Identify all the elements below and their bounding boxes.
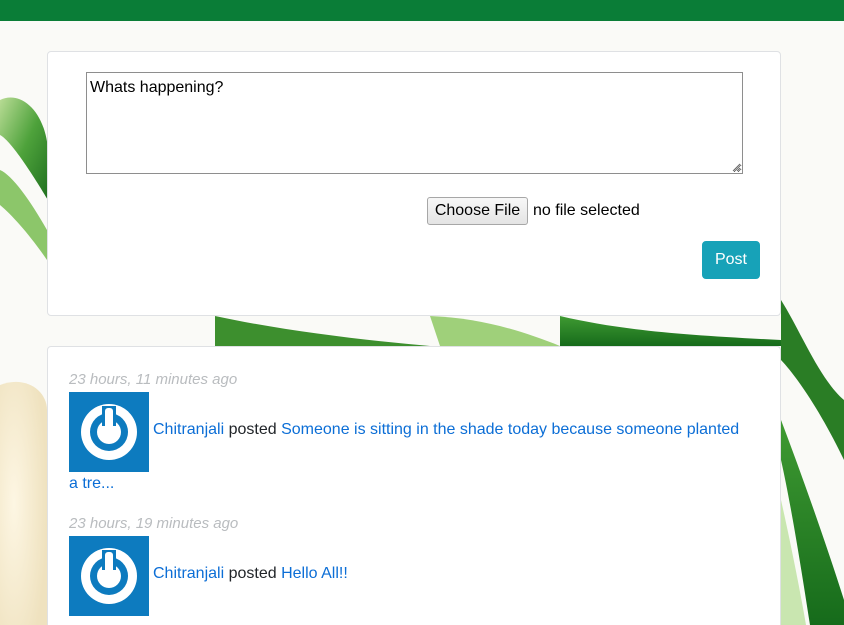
author-link[interactable]: Chitranjali — [153, 421, 224, 438]
post-content-link[interactable]: Someone is sitting in the shade today be… — [281, 421, 739, 438]
power-icon — [81, 548, 137, 604]
post-content-link-continued[interactable]: a tre... — [69, 475, 114, 492]
activity-feed-card: 23 hours, 11 minutes ago Chitranjali pos… — [47, 346, 781, 625]
post-summary: Chitranjali posted Someone is sitting in… — [153, 420, 739, 440]
post-content-continuation: a tre... — [69, 474, 114, 494]
author-link[interactable]: Chitranjali — [153, 565, 224, 582]
post-button[interactable]: Post — [702, 241, 760, 279]
file-status-text: no file selected — [533, 202, 640, 219]
user-avatar[interactable] — [69, 392, 149, 472]
power-icon — [81, 404, 137, 460]
status-textarea[interactable]: Whats happening? — [86, 72, 743, 174]
post-timestamp: 23 hours, 11 minutes ago — [69, 371, 238, 388]
choose-file-button[interactable]: Choose File — [427, 197, 528, 225]
post-verb: posted — [228, 421, 277, 438]
top-navbar — [0, 0, 844, 21]
post-verb: posted — [228, 565, 277, 582]
post-timestamp: 23 hours, 19 minutes ago — [69, 515, 239, 532]
compose-post-card: Whats happening? Choose File no file sel… — [47, 51, 781, 316]
user-avatar[interactable] — [69, 536, 149, 616]
post-summary: Chitranjali posted Hello All!! — [153, 564, 348, 584]
post-content-link[interactable]: Hello All!! — [281, 565, 348, 582]
page: Whats happening? Choose File no file sel… — [0, 0, 844, 625]
